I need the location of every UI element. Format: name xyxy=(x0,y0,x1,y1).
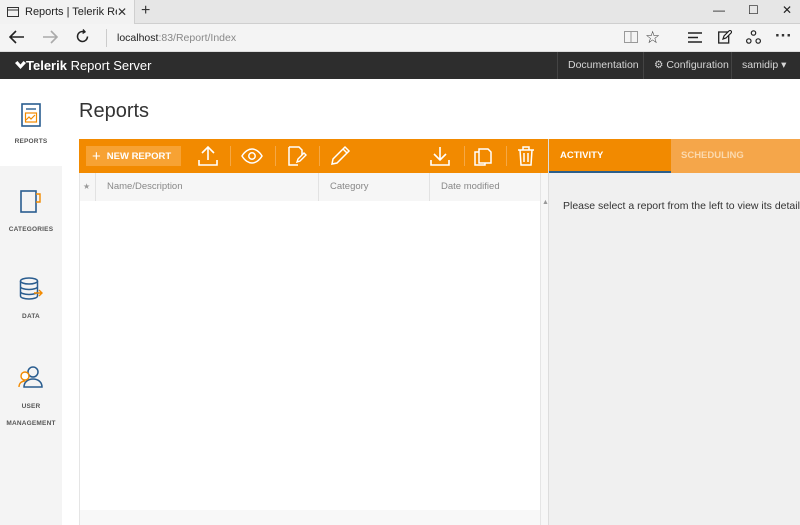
forward-icon[interactable] xyxy=(42,30,58,44)
more-icon[interactable]: ··· xyxy=(775,26,792,46)
details-panel: ACTIVITY SCHEDULING Please select a repo… xyxy=(548,139,800,525)
column-category[interactable]: Category xyxy=(318,173,429,201)
app-header: Telerik Report Server Documentation ⚙ Co… xyxy=(0,52,800,79)
sidebar-item-user-management[interactable]: USER MANAGEMENT xyxy=(0,339,62,439)
side-nav: REPORTS CATEGORIES DATA USER MANAGEMENT xyxy=(0,79,62,525)
brand-name-bold: Telerik xyxy=(26,58,67,73)
sidebar-item-label: REPORTS xyxy=(14,138,48,145)
reports-toolbar: + NEW REPORT xyxy=(79,139,548,173)
design-report-icon[interactable] xyxy=(285,145,307,167)
main-content: Reports + NEW REPORT ★ Name/Description C… xyxy=(62,79,800,525)
edit-pencil-icon[interactable] xyxy=(329,145,351,167)
sidebar-item-label: CATEGORIES xyxy=(8,226,54,233)
new-report-button[interactable]: + NEW REPORT xyxy=(86,146,181,166)
grid-footer xyxy=(80,510,540,525)
brand-logo[interactable]: Telerik Report Server xyxy=(15,58,152,73)
favorite-star-icon[interactable]: ☆ xyxy=(645,28,660,48)
plus-icon: + xyxy=(92,147,101,165)
column-date-modified[interactable]: Date modified xyxy=(429,173,540,201)
upload-icon[interactable] xyxy=(197,145,219,167)
new-report-label: NEW REPORT xyxy=(106,150,172,162)
brand-name: Report Server xyxy=(66,58,152,73)
refresh-icon[interactable] xyxy=(75,29,90,44)
user-menu[interactable]: samidip ▾ xyxy=(731,52,796,79)
address-divider xyxy=(106,29,107,47)
sidebar-item-data[interactable]: DATA xyxy=(0,253,62,339)
sidebar-item-label-line2: MANAGEMENT xyxy=(6,420,56,427)
delete-trash-icon[interactable] xyxy=(515,145,537,167)
telerik-logo-icon xyxy=(15,61,26,69)
maximize-icon[interactable]: ☐ xyxy=(748,3,759,17)
report-icon xyxy=(21,103,41,127)
empty-selection-message: Please select a report from the left to … xyxy=(563,200,800,212)
download-icon[interactable] xyxy=(429,145,451,167)
toolbar-divider xyxy=(506,146,507,166)
toolbar-divider xyxy=(319,146,320,166)
tab-scheduling[interactable]: SCHEDULING xyxy=(671,139,800,173)
address-bar[interactable]: localhost:83/Report/Index xyxy=(117,32,236,44)
toolbar-divider xyxy=(464,146,465,166)
tab-activity[interactable]: ACTIVITY xyxy=(549,139,671,173)
column-name-description[interactable]: Name/Description xyxy=(95,173,318,201)
address-host: localhost xyxy=(117,32,159,44)
close-window-icon[interactable]: ✕ xyxy=(782,3,792,17)
sidebar-item-label: USER xyxy=(21,403,41,410)
tab-close-icon[interactable]: ✕ xyxy=(117,5,127,19)
reports-grid: ★ Name/Description Category Date modifie… xyxy=(79,173,549,525)
minimize-icon[interactable]: — xyxy=(713,3,725,17)
sidebar-item-categories[interactable]: CATEGORIES xyxy=(0,166,62,253)
back-icon[interactable] xyxy=(9,30,25,44)
reading-view-icon[interactable] xyxy=(624,31,638,43)
favorite-column-star-icon[interactable]: ★ xyxy=(83,173,90,201)
browser-tab-bar: Reports | Telerik Report S ✕ + — ☐ ✕ xyxy=(0,0,800,24)
hub-icon[interactable] xyxy=(688,32,702,43)
database-icon xyxy=(19,277,43,300)
new-tab-icon[interactable]: + xyxy=(141,2,150,20)
categories-icon xyxy=(20,190,41,213)
sidebar-item-reports[interactable]: REPORTS xyxy=(0,79,62,166)
documentation-link[interactable]: Documentation xyxy=(557,52,649,79)
toolbar-divider xyxy=(275,146,276,166)
share-icon[interactable] xyxy=(746,30,761,44)
clone-icon[interactable] xyxy=(472,145,494,167)
page-title: Reports xyxy=(79,100,150,122)
preview-eye-icon[interactable] xyxy=(241,145,263,167)
grid-header: ★ Name/Description Category Date modifie… xyxy=(80,173,540,201)
browser-tab-title: Reports | Telerik Report S xyxy=(25,6,117,18)
address-path: :83/Report/Index xyxy=(158,32,237,44)
browser-nav-bar: localhost:83/Report/Index ☆ ··· xyxy=(0,24,800,52)
users-icon xyxy=(18,366,43,388)
page-icon xyxy=(7,7,19,17)
web-note-icon[interactable] xyxy=(718,30,732,44)
configuration-link[interactable]: ⚙ Configuration xyxy=(643,52,739,79)
browser-tab[interactable]: Reports | Telerik Report S ✕ xyxy=(0,0,135,24)
toolbar-divider xyxy=(230,146,231,166)
sidebar-item-label: DATA xyxy=(22,313,40,320)
